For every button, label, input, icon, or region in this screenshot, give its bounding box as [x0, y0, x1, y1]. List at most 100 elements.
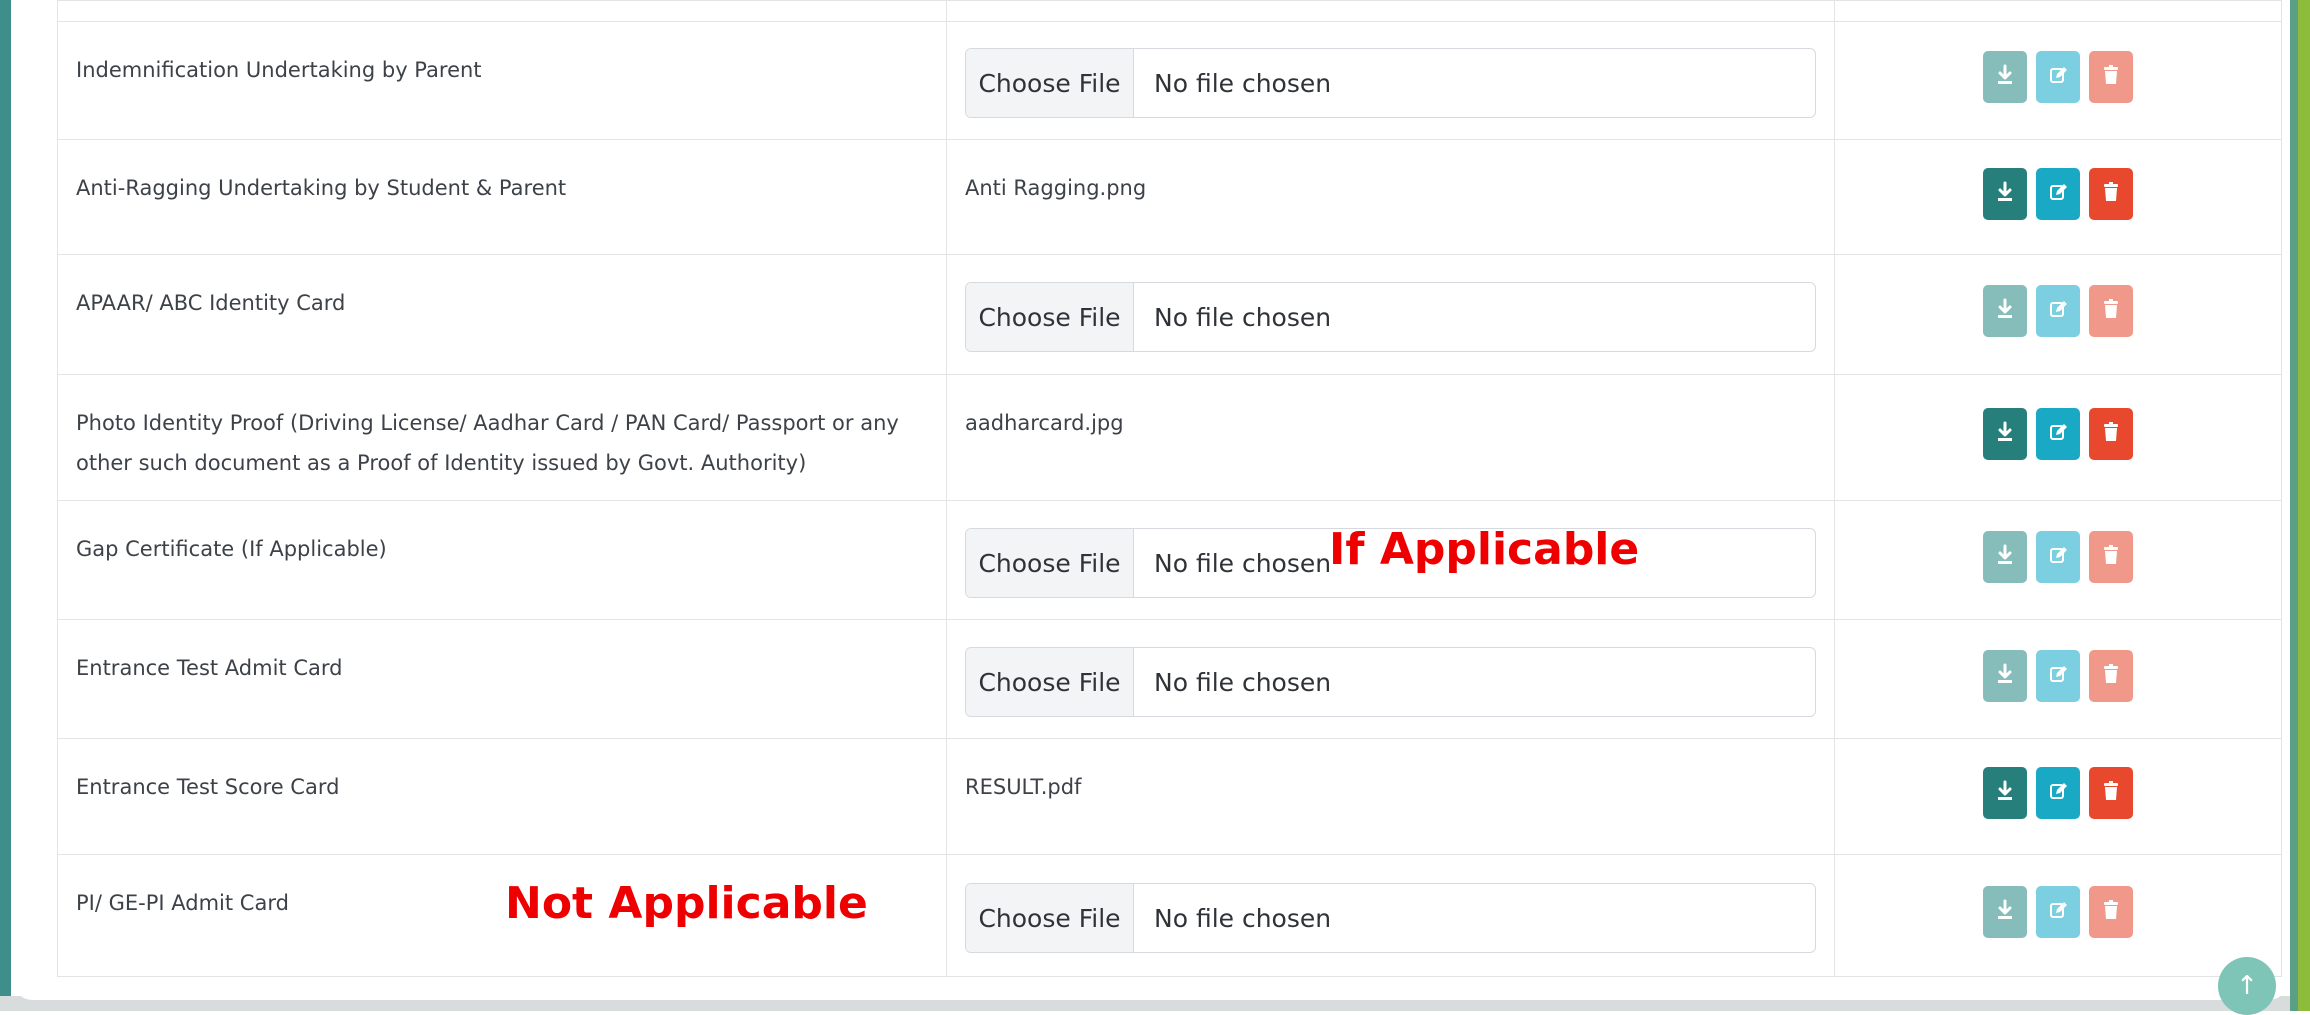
- choose-file-button[interactable]: Choose File: [966, 884, 1134, 952]
- choose-file-button[interactable]: Choose File: [966, 49, 1134, 117]
- document-name-line: Anti-Ragging Undertaking by Student & Pa…: [76, 176, 567, 200]
- delete-button[interactable]: [2089, 168, 2133, 220]
- edit-button[interactable]: [2036, 285, 2080, 337]
- document-actions-cell: [1834, 500, 2282, 620]
- document-name: Indemnification Undertaking by Parent: [58, 22, 946, 90]
- table-row-top-edge: [57, 0, 2282, 22]
- document-name-line: Entrance Test Score Card: [76, 775, 340, 799]
- document-name-cell: Gap Certificate (If Applicable): [57, 500, 947, 620]
- document-name: Entrance Test Score Card: [58, 739, 946, 807]
- choose-file-button[interactable]: Choose File: [966, 283, 1134, 351]
- download-button[interactable]: [1983, 285, 2027, 337]
- document-name-line: Entrance Test Admit Card: [76, 656, 343, 680]
- document-name-cell: Indemnification Undertaking by Parent: [57, 21, 947, 140]
- delete-button[interactable]: [2089, 886, 2133, 938]
- file-upload-input[interactable]: Choose File No file chosen: [965, 282, 1816, 352]
- table-row: Indemnification Undertaking by Parent Cho…: [57, 21, 2282, 140]
- right-border: [2290, 0, 2310, 1011]
- no-file-chosen-label: No file chosen: [1154, 302, 1332, 332]
- document-name-line: Gap Certificate (If Applicable): [76, 537, 387, 561]
- document-name-cell: Entrance Test Admit Card: [57, 619, 947, 739]
- edit-icon: [2048, 421, 2068, 448]
- trash-icon: [2101, 663, 2121, 690]
- document-file-cell: Choose File No file chosen: [946, 21, 1835, 140]
- edit-icon: [2048, 544, 2068, 571]
- no-file-chosen-label: No file chosen: [1154, 667, 1332, 697]
- document-actions-cell: [1834, 619, 2282, 739]
- download-button[interactable]: [1983, 531, 2027, 583]
- not-applicable-annotation: Not Applicable: [505, 878, 868, 929]
- no-file-chosen-label: No file chosen: [1154, 548, 1332, 578]
- action-buttons: [1835, 168, 2281, 220]
- delete-button[interactable]: [2089, 51, 2133, 103]
- edit-button[interactable]: [2036, 408, 2080, 460]
- edit-button[interactable]: [2036, 51, 2080, 103]
- uploaded-file-name: aadharcard.jpg: [965, 411, 1124, 435]
- download-button[interactable]: [1983, 650, 2027, 702]
- edit-button[interactable]: [2036, 531, 2080, 583]
- uploaded-file-name: RESULT.pdf: [965, 775, 1082, 799]
- left-border: [0, 0, 11, 1011]
- document-name: Entrance Test Admit Card: [58, 620, 946, 688]
- document-file-cell: Choose File No file chosen: [946, 254, 1835, 375]
- download-button[interactable]: [1983, 168, 2027, 220]
- delete-button[interactable]: [2089, 408, 2133, 460]
- arrow-up-icon: ↑: [2236, 971, 2258, 1001]
- document-actions-cell: [1834, 139, 2282, 255]
- documents-card: Indemnification Undertaking by Parent Cho…: [11, 0, 2290, 1000]
- delete-button[interactable]: [2089, 285, 2133, 337]
- trash-icon: [2101, 780, 2121, 807]
- if-applicable-annotation: If Applicable: [1329, 524, 1640, 575]
- document-name-cell: APAAR/ ABC Identity Card: [57, 254, 947, 375]
- document-file-cell: Anti Ragging.png: [946, 139, 1835, 255]
- document-name: Anti-Ragging Undertaking by Student & Pa…: [58, 140, 946, 208]
- table-row: APAAR/ ABC Identity Card Choose File No fi…: [57, 254, 2282, 375]
- document-name: Photo Identity Proof (Driving License/ A…: [58, 375, 946, 483]
- trash-icon: [2101, 899, 2121, 926]
- document-actions-cell: [1834, 254, 2282, 375]
- trash-icon: [2101, 544, 2121, 571]
- trash-icon: [2101, 181, 2121, 208]
- document-file-cell: RESULT.pdf: [946, 738, 1835, 855]
- table-row: Gap Certificate (If Applicable) Choose Fi…: [57, 500, 2282, 620]
- edit-icon: [2048, 181, 2068, 208]
- document-file-cell: Choose File No file chosen: [946, 854, 1835, 977]
- delete-button[interactable]: [2089, 531, 2133, 583]
- document-file-cell: aadharcard.jpg: [946, 374, 1835, 501]
- choose-file-button[interactable]: Choose File: [966, 648, 1134, 716]
- table-row: Entrance Test Score Card RESULT.pdf: [57, 738, 2282, 855]
- document-actions-cell: [1834, 738, 2282, 855]
- file-upload-input[interactable]: Choose File No file chosen: [965, 647, 1816, 717]
- delete-button[interactable]: [2089, 767, 2133, 819]
- edit-button[interactable]: [2036, 168, 2080, 220]
- edit-button[interactable]: [2036, 650, 2080, 702]
- download-icon: [1995, 181, 2015, 208]
- edit-button[interactable]: [2036, 767, 2080, 819]
- edit-icon: [2048, 780, 2068, 807]
- action-buttons: [1835, 408, 2281, 460]
- download-button[interactable]: [1983, 886, 2027, 938]
- choose-file-button[interactable]: Choose File: [966, 529, 1134, 597]
- download-button[interactable]: [1983, 51, 2027, 103]
- document-actions-cell: [1834, 21, 2282, 140]
- document-name-cell: Anti-Ragging Undertaking by Student & Pa…: [57, 139, 947, 255]
- uploaded-file-name: Anti Ragging.png: [965, 176, 1147, 200]
- download-icon: [1995, 421, 2015, 448]
- file-upload-input[interactable]: Choose File No file chosen: [965, 48, 1816, 118]
- download-icon: [1995, 298, 2015, 325]
- file-upload-input[interactable]: Choose File No file chosen: [965, 883, 1816, 953]
- edit-icon: [2048, 64, 2068, 91]
- download-icon: [1995, 899, 2015, 926]
- no-file-chosen-label: No file chosen: [1154, 903, 1332, 933]
- edit-button[interactable]: [2036, 886, 2080, 938]
- download-button[interactable]: [1983, 767, 2027, 819]
- table-row: Anti-Ragging Undertaking by Student & Pa…: [57, 139, 2282, 255]
- download-button[interactable]: [1983, 408, 2027, 460]
- document-file-cell: Choose File No file chosen: [946, 619, 1835, 739]
- download-icon: [1995, 544, 2015, 571]
- delete-button[interactable]: [2089, 650, 2133, 702]
- action-buttons: [1835, 531, 2281, 583]
- green-strip: [2298, 0, 2310, 1011]
- action-buttons: [1835, 767, 2281, 819]
- scroll-to-top-button[interactable]: ↑: [2218, 957, 2276, 1015]
